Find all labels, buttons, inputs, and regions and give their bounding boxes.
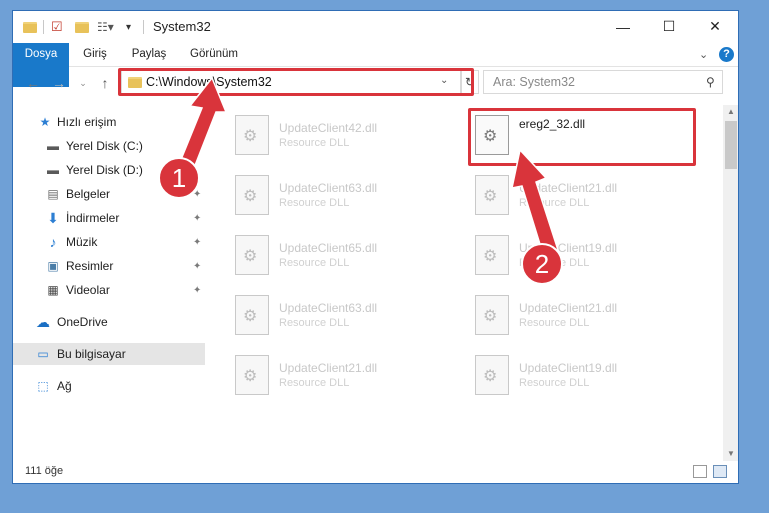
annotation-arrows xyxy=(179,76,559,255)
arrow-2 xyxy=(511,148,559,255)
step-badge-1: 1 xyxy=(158,157,200,199)
step-badge-2: 2 xyxy=(521,243,563,285)
arrow-1 xyxy=(179,76,228,169)
